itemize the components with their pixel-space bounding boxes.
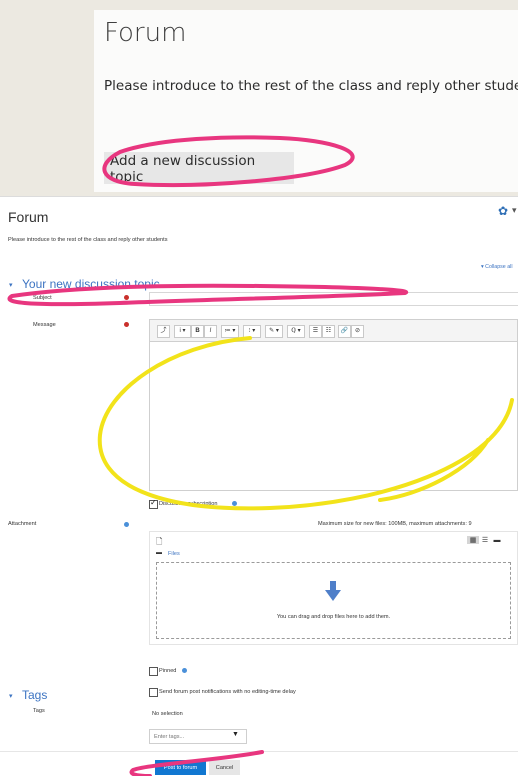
help-icon[interactable]	[182, 668, 187, 673]
section-caret-icon[interactable]: ▾	[9, 281, 13, 289]
section-discussion-heading[interactable]: Your new discussion topic	[22, 277, 160, 291]
folder-icon: ▬	[156, 550, 162, 556]
section-tags-heading[interactable]: Tags	[22, 688, 47, 702]
help-icon[interactable]	[232, 501, 237, 506]
files-folder-link[interactable]: Files	[168, 551, 180, 557]
required-icon	[124, 295, 129, 300]
collapse-all-label: Collapse all	[485, 264, 513, 270]
forum-intro: Please introduce to the rest of the clas…	[104, 78, 518, 94]
send-notifications-checkbox[interactable]	[149, 688, 158, 697]
unordered-list-button[interactable]: ☰	[309, 325, 322, 338]
download-arrow-icon	[325, 581, 341, 601]
editor-toolbar: ⤴ i ▾ B I ≔ ▾ ⁝ ▾ ✎ ▾ ℚ ▾ ☰ ☷ 🔗 ⊘	[150, 320, 517, 342]
bold-button[interactable]: B	[191, 325, 204, 338]
section-caret-icon[interactable]: ▾	[9, 692, 13, 700]
add-discussion-button[interactable]: Add a new discussion topic	[104, 152, 294, 185]
cancel-button[interactable]: Cancel	[209, 760, 240, 775]
file-picker: 🗋 ▦ ☰ ▬ ▬ Files You can drag and drop file…	[149, 531, 518, 645]
required-icon	[124, 322, 129, 327]
help-icon[interactable]	[124, 522, 129, 527]
drop-zone[interactable]: You can drag and drop files here to add …	[156, 562, 511, 639]
discussion-subscription-label: Discussion subscription	[159, 501, 218, 507]
forum-title: Forum	[104, 18, 187, 48]
no-selection-text: No selection	[152, 711, 183, 717]
max-size-info: Maximum size for new files: 100MB, maxim…	[318, 521, 472, 527]
format-button[interactable]: ✎ ▾	[265, 325, 283, 338]
post-to-forum-button[interactable]: Post to forum	[155, 760, 206, 775]
tree-view-icon[interactable]: ▬	[491, 537, 503, 544]
divider	[0, 751, 518, 752]
grid-view-icon[interactable]: ▦	[467, 536, 479, 544]
message-label: Message	[33, 322, 56, 328]
view-switcher: ▦ ☰ ▬	[467, 536, 503, 544]
info-dropdown-button[interactable]: i ▾	[174, 325, 191, 338]
gear-icon[interactable]: ✿	[498, 204, 508, 218]
message-editor[interactable]: ⤴ i ▾ B I ≔ ▾ ⁝ ▾ ✎ ▾ ℚ ▾ ☰ ☷ 🔗 ⊘	[149, 319, 518, 491]
drop-text: You can drag and drop files here to add …	[276, 614, 391, 620]
list-view-icon[interactable]: ☰	[479, 536, 491, 544]
unlink-button[interactable]: ⊘	[351, 325, 364, 338]
form-forum-title: Forum	[8, 209, 49, 225]
add-file-icon[interactable]: 🗋	[156, 536, 162, 550]
form-forum-intro: Please introduce to the rest of the clas…	[8, 237, 168, 243]
italic-button[interactable]: I	[204, 325, 217, 338]
paragraph-button[interactable]: ⁝ ▾	[243, 325, 261, 338]
subject-input[interactable]	[149, 292, 518, 306]
course-forum-card: Forum Please introduce to the rest of th…	[94, 10, 518, 192]
pinned-checkbox[interactable]	[149, 667, 158, 676]
new-discussion-form: Forum ✿ ▾ Please introduce to the rest o…	[0, 196, 518, 777]
discussion-subscription-checkbox[interactable]	[149, 498, 158, 509]
link-button[interactable]: 🔗	[338, 325, 351, 338]
chevron-down-icon[interactable]: ▾	[512, 205, 517, 216]
send-notifications-label: Send forum post notifications with no ed…	[159, 689, 296, 695]
message-textarea[interactable]	[150, 342, 517, 490]
collapse-all-link[interactable]: ▾ Collapse all	[481, 264, 513, 270]
insert-button[interactable]: ℚ ▾	[287, 325, 305, 338]
tags-label: Tags	[33, 708, 45, 714]
attachment-label: Attachment	[8, 521, 37, 527]
list-style-button[interactable]: ≔ ▾	[221, 325, 239, 338]
subject-label: Subject	[33, 295, 52, 301]
pinned-label: Pinned	[159, 668, 177, 674]
chevron-down-icon[interactable]: ▼	[232, 731, 239, 738]
undo-button[interactable]: ⤴	[157, 325, 170, 338]
ordered-list-button[interactable]: ☷	[322, 325, 335, 338]
